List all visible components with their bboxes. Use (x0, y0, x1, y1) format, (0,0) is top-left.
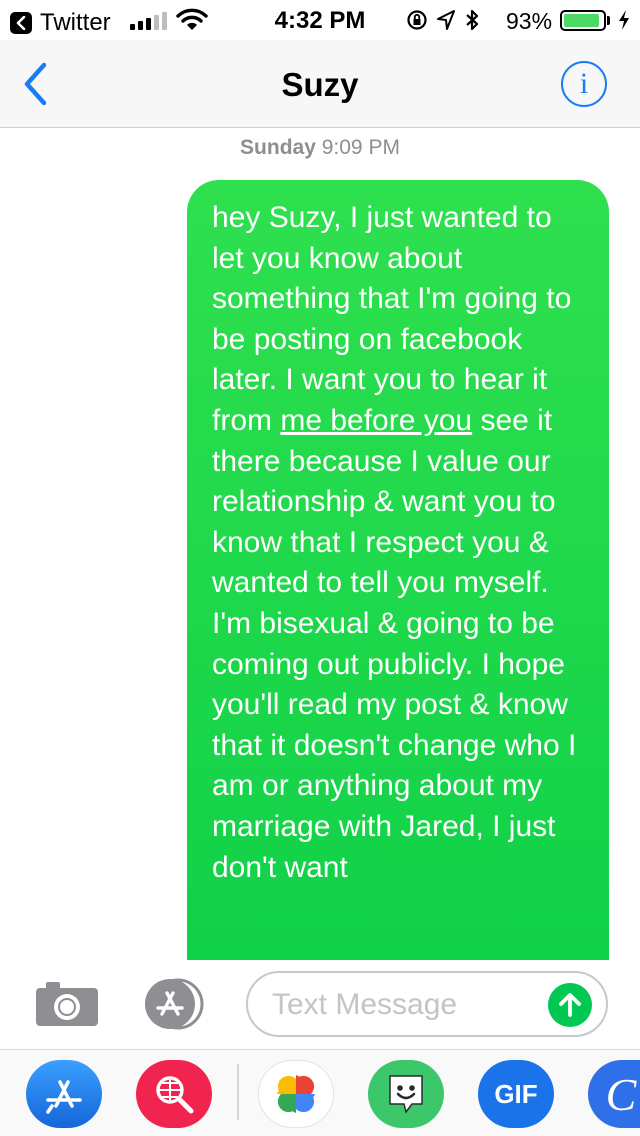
app-store-button[interactable] (140, 978, 204, 1030)
app-store-app[interactable] (26, 1060, 102, 1128)
camera-icon (36, 982, 98, 1026)
charging-bolt-icon (617, 9, 631, 36)
message-text-start: hey Suzy, I just wanted to let you know … (212, 201, 572, 437)
message-text-underlined: me before you (280, 403, 473, 437)
web-images-search-icon (156, 1076, 194, 1114)
send-button[interactable] (548, 983, 592, 1027)
status-icons (406, 8, 480, 37)
contact-name[interactable]: Suzy (0, 66, 640, 104)
message-timestamp: Sunday 9:09 PM (0, 136, 640, 160)
location-arrow-icon (436, 9, 456, 36)
bitmoji-app[interactable] (368, 1060, 444, 1128)
timestamp-day: Sunday (240, 136, 316, 159)
gif-icon: GIF (494, 1078, 538, 1109)
app-store-icon (46, 1080, 82, 1114)
bitmoji-icon (389, 1075, 423, 1114)
status-bar: Twitter 4:32 PM 93% (0, 0, 640, 40)
message-input[interactable] (272, 985, 542, 1025)
arrow-up-icon (559, 993, 581, 1017)
timestamp-time: 9:09 PM (321, 136, 400, 159)
apps-icon (145, 978, 204, 1030)
bluetooth-icon (464, 8, 480, 37)
info-icon: i (579, 67, 589, 100)
gif-app[interactable]: GIF (478, 1060, 554, 1128)
message-text-end: see it there because I value our relatio… (212, 403, 577, 884)
photos-app[interactable] (258, 1060, 334, 1128)
camera-button[interactable] (34, 980, 100, 1033)
outgoing-message-bubble[interactable]: hey Suzy, I just wanted to let you know … (187, 180, 609, 1000)
web-images-app[interactable] (136, 1060, 212, 1128)
message-input-field[interactable] (246, 971, 608, 1037)
battery-cap (607, 16, 610, 25)
battery-percent: 93% (506, 8, 553, 34)
battery-icon (560, 10, 606, 31)
partial-app[interactable]: C (588, 1060, 640, 1128)
app-partial-icon: C (605, 1068, 637, 1120)
imessage-app-drawer: GIF C (0, 1050, 640, 1136)
photos-icon (277, 1075, 315, 1113)
compose-bar (0, 960, 640, 1050)
orientation-lock-icon (406, 8, 428, 37)
conversation-header: Suzy i (0, 40, 640, 128)
drawer-divider (237, 1064, 239, 1120)
info-button[interactable]: i (561, 61, 607, 107)
